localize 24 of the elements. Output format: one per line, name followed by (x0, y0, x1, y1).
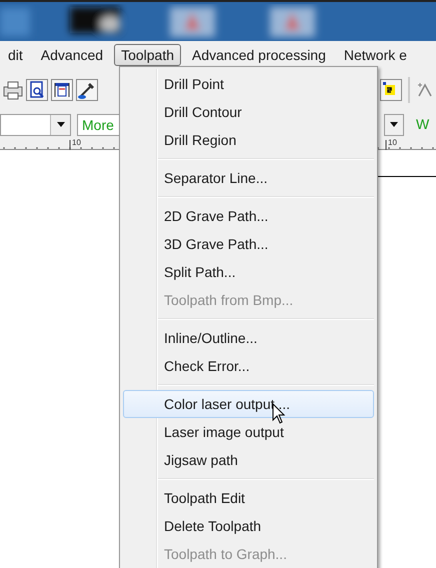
plotter-icon[interactable] (51, 78, 73, 100)
menu-bar-item[interactable]: dit (0, 44, 32, 66)
printer-icon[interactable] (3, 78, 23, 100)
style-text: W (416, 115, 430, 134)
menu-item[interactable]: Check Error... (123, 352, 374, 380)
menu-bar-item[interactable]: Toolpath (114, 44, 182, 66)
dropper-icon[interactable] (76, 78, 98, 100)
menu-item[interactable]: Separator Line... (123, 164, 374, 192)
menu-bar-item[interactable]: Advanced (32, 44, 112, 66)
menu-bar-item[interactable]: Advanced processing (183, 44, 335, 66)
menu-item[interactable]: 3D Grave Path... (123, 230, 374, 258)
color-tool-icon[interactable] (380, 78, 402, 100)
menu-bar-item[interactable]: Network e (334, 44, 416, 66)
menu-item[interactable]: Split Path... (123, 258, 374, 286)
menu-item[interactable]: Jigsaw path (123, 446, 374, 474)
menu-item[interactable]: Toolpath Edit (123, 484, 374, 512)
menu-item[interactable]: Laser image output (123, 418, 374, 446)
menu-item[interactable]: 2D Grave Path... (123, 202, 374, 230)
menu-item[interactable]: Delete Toolpath (123, 512, 374, 540)
ruler-label: 10 (72, 138, 81, 147)
ruler-label: 10 (388, 138, 397, 147)
menu-item[interactable]: Inline/Outline... (123, 324, 374, 352)
font-dropdown[interactable] (0, 114, 71, 136)
print-preview-icon[interactable] (26, 78, 48, 100)
